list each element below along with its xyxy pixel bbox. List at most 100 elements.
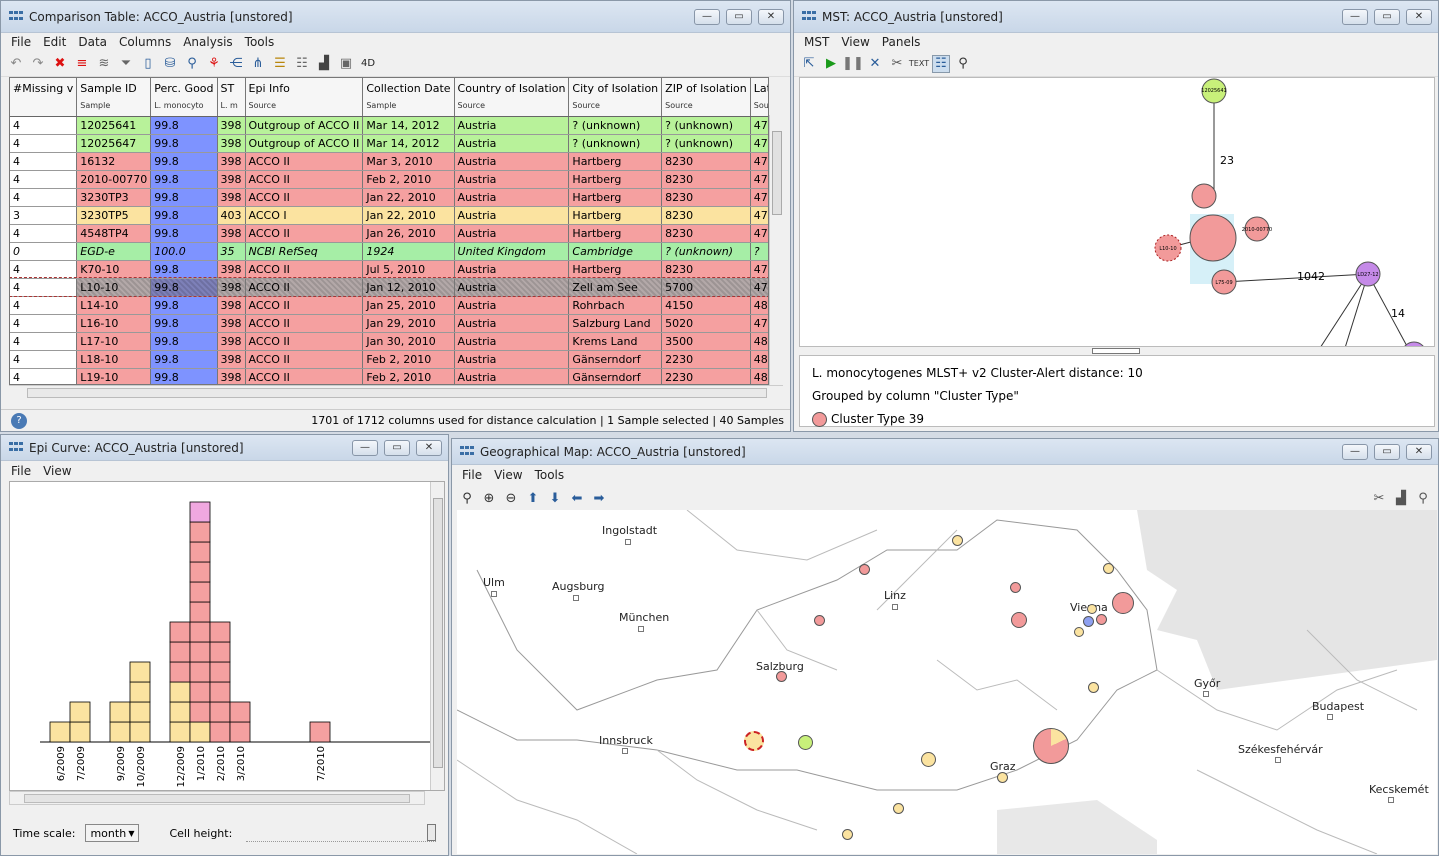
table-cell[interactable]: 3500 (661, 332, 751, 351)
table-cell[interactable]: 398 (217, 170, 246, 189)
menu-view[interactable]: View (43, 464, 71, 478)
zoom-in-icon[interactable]: ⊕ (480, 489, 498, 507)
redo-icon[interactable]: ↷ (29, 55, 47, 73)
table-cell[interactable]: ACCO II (245, 188, 364, 207)
table-cell[interactable]: 2230 (661, 350, 751, 369)
epi-cell[interactable] (69, 721, 91, 743)
table-cell[interactable]: ACCO II (245, 332, 364, 351)
table-cell[interactable]: Hartberg (568, 170, 663, 189)
map-canvas[interactable]: Ingolstadt Ulm Augsburg München Linz Vie… (457, 510, 1437, 854)
epi-cell[interactable] (129, 721, 151, 743)
vertical-scrollbar[interactable] (769, 115, 783, 385)
table-cell[interactable]: Zell am See (568, 278, 663, 297)
table-cell[interactable]: Jan 29, 2010 (362, 314, 455, 333)
database-icon[interactable]: ⛁ (161, 55, 179, 73)
table-cell[interactable]: 4 (10, 152, 78, 171)
epi-cell[interactable] (129, 661, 151, 683)
epi-cell[interactable] (69, 701, 91, 723)
table-cell[interactable]: 4 (10, 116, 78, 135)
table-cell[interactable]: Hartberg (568, 224, 663, 243)
menu-analysis[interactable]: Analysis (183, 35, 232, 49)
table-cell[interactable]: ? (unknown) (661, 242, 751, 261)
epi-cell[interactable] (209, 681, 231, 703)
table-cell[interactable]: 48.56 (750, 296, 768, 315)
table-cell[interactable]: 99.8 (150, 188, 218, 207)
table-cell[interactable]: Feb 2, 2010 (362, 170, 455, 189)
table-row[interactable]: 4 K70-10 99.8 398 ACCO II Jul 5, 2010 Austria H… (10, 260, 768, 279)
table-cell[interactable]: Austria (454, 170, 570, 189)
table-row[interactable]: 4 12025647 99.8 398 Outgroup of ACCO II Mar 1… (10, 134, 768, 153)
menu-data[interactable]: Data (78, 35, 107, 49)
table-cell[interactable]: Austria (454, 116, 570, 135)
table-row[interactable]: 4 L10-10 99.8 398 ACCO II Jan 12, 2010 Austria… (10, 277, 768, 297)
arrow-right-icon[interactable]: ➡ (590, 489, 608, 507)
table-cell[interactable]: 3230TP3 (76, 188, 152, 207)
epi-cell[interactable] (209, 641, 231, 663)
table-row[interactable]: 4 L19-10 99.8 398 ACCO II Feb 2, 2010 Austria G… (10, 368, 768, 384)
table-cell[interactable]: L19-10 (76, 368, 152, 384)
help-icon[interactable]: ? (11, 412, 27, 429)
table-cell[interactable]: 99.8 (150, 206, 218, 225)
epi-cell[interactable] (189, 701, 211, 723)
epi-cell[interactable] (189, 621, 211, 643)
epi-cell[interactable] (169, 661, 191, 683)
chart-icon[interactable]: ▟ (315, 55, 333, 73)
epi-vertical-scrollbar[interactable] (430, 482, 444, 790)
table-cell[interactable]: 398 (217, 368, 246, 384)
table-cell[interactable]: NCBI RefSeq (245, 242, 364, 261)
table-row[interactable]: 4 2010-00770 99.8 398 ACCO II Feb 2, 2010 Aust… (10, 170, 768, 189)
table-cell[interactable]: United Kingdom (454, 242, 570, 261)
table-cell[interactable]: 99.8 (150, 224, 218, 243)
undo-icon[interactable]: ↶ (7, 55, 25, 73)
slider-thumb[interactable] (427, 824, 437, 841)
column-header[interactable]: Sample ID Sample (76, 78, 152, 117)
table-cell[interactable]: Cambridge (568, 242, 663, 261)
collapse-icon[interactable]: ✕ (866, 55, 884, 73)
table-cell[interactable]: L14-10 (76, 296, 152, 315)
table-cell[interactable]: Outgroup of ACCO II (245, 134, 364, 153)
list-icon[interactable]: ☰ (271, 55, 289, 73)
zoom-fit-icon[interactable]: ⚲ (1414, 489, 1432, 507)
tools-icon[interactable]: ✂ (1370, 489, 1388, 507)
arrow-down-icon[interactable]: ⬇ (546, 489, 564, 507)
table-cell[interactable]: 47.34 (750, 278, 768, 297)
table-cell[interactable]: 398 (217, 188, 246, 207)
epi-cell[interactable] (169, 681, 191, 703)
table-cell[interactable]: 398 (217, 332, 246, 351)
delete-rows-icon[interactable]: ≡ (73, 55, 91, 73)
table-cell[interactable]: 4 (10, 260, 78, 279)
table-cell[interactable]: Jan 30, 2010 (362, 332, 455, 351)
table-cell[interactable]: L16-10 (76, 314, 152, 333)
minimize-button[interactable]: — (1342, 8, 1368, 25)
table-cell[interactable]: ACCO II (245, 224, 364, 243)
column-header[interactable]: Perc. Good L. monocyto (150, 78, 218, 117)
table-cell[interactable]: 12025647 (76, 134, 152, 153)
table-cell[interactable]: 4 (10, 332, 78, 351)
table-cell[interactable]: 4 (10, 134, 78, 153)
minimize-button[interactable]: — (1342, 443, 1368, 460)
table-cell[interactable]: Austria (454, 332, 570, 351)
time-scale-select[interactable]: month ▼ (85, 824, 140, 842)
epi-cell[interactable] (229, 701, 251, 723)
epi-cell[interactable] (129, 701, 151, 723)
menu-edit[interactable]: Edit (43, 35, 66, 49)
table-cell[interactable]: ? (unknown) (568, 116, 663, 135)
epi-cell[interactable] (189, 561, 211, 583)
tree-icon[interactable]: ⋲ (227, 55, 245, 73)
table-cell[interactable]: ACCO I (245, 206, 364, 225)
table-cell[interactable]: 99.8 (150, 368, 218, 384)
table-cell[interactable]: 99.8 (150, 278, 218, 297)
text-icon[interactable]: TEXT (909, 55, 929, 73)
table-cell[interactable]: Feb 2, 2010 (362, 368, 455, 384)
table-cell[interactable]: 99.8 (150, 314, 218, 333)
table-cell[interactable]: ? (750, 242, 768, 261)
map-marker[interactable] (997, 772, 1008, 783)
table-cell[interactable]: 4 (10, 314, 78, 333)
table-cell[interactable]: L10-10 (76, 278, 152, 297)
table-cell[interactable]: 99.8 (150, 260, 218, 279)
table-cell[interactable]: 4548TP4 (76, 224, 152, 243)
table-cell[interactable]: Jan 22, 2010 (362, 206, 455, 225)
search-icon[interactable]: ⚲ (458, 489, 476, 507)
table-cell[interactable]: Gänserndorf (568, 368, 663, 384)
table-cell[interactable]: Hartberg (568, 206, 663, 225)
